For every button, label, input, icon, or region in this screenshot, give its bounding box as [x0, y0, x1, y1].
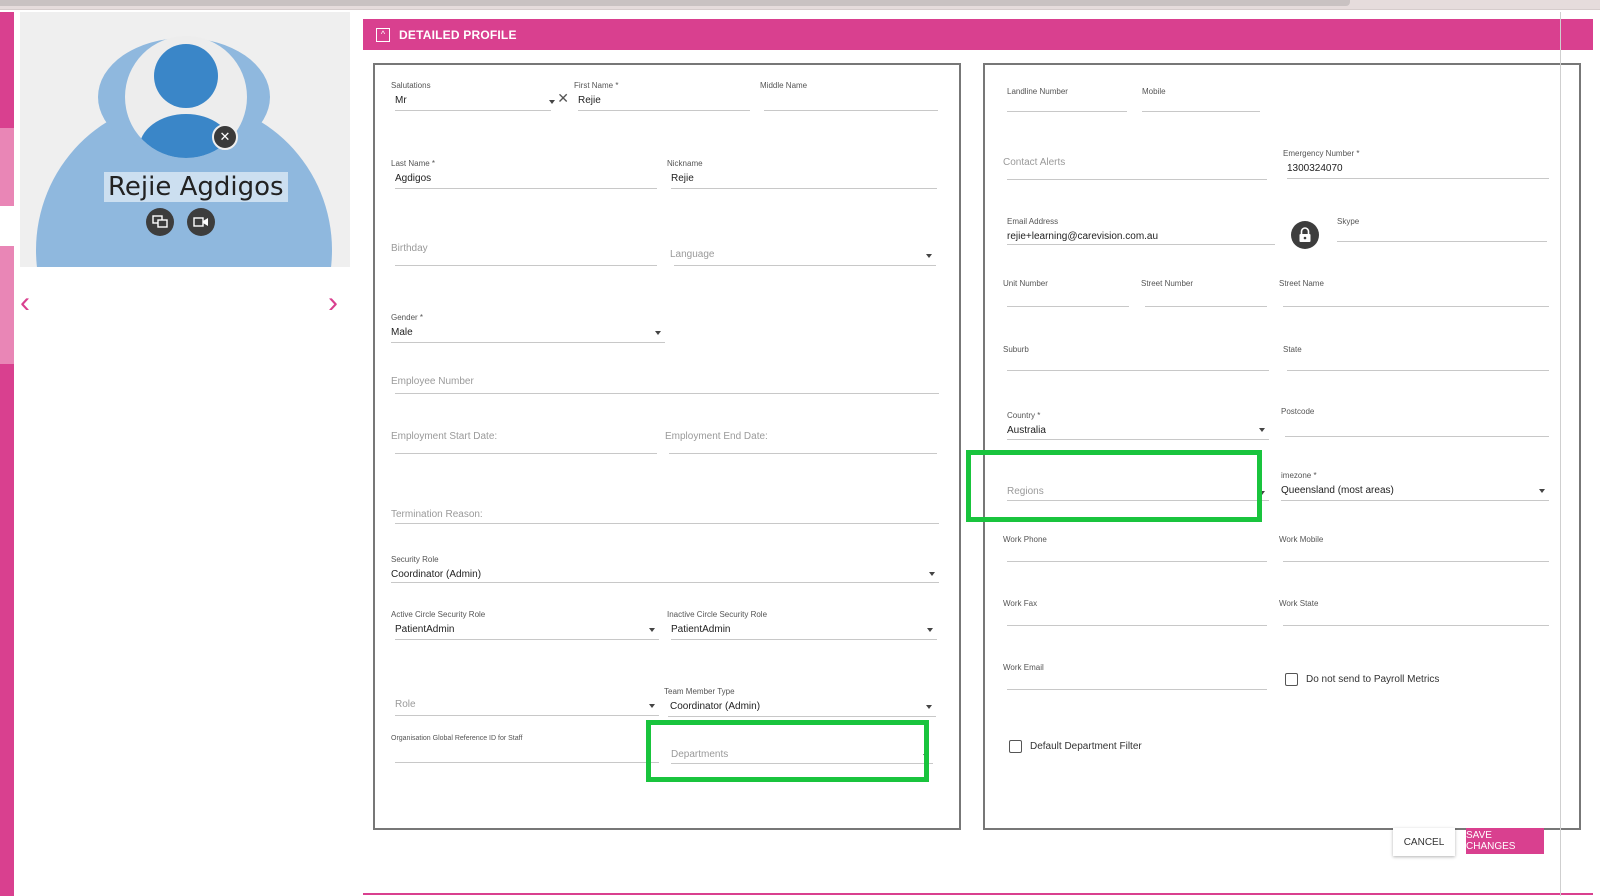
work-fax-field[interactable]: Work Fax — [1003, 599, 1267, 629]
dropdown-caret-icon — [1539, 489, 1545, 493]
collapse-icon[interactable]: ^ — [376, 27, 390, 42]
role-select[interactable]: Role — [391, 697, 659, 723]
avatar-head-icon — [154, 44, 218, 108]
personal-details-box: Salutations Mr ✕ First Name * Rejie Midd… — [373, 63, 961, 830]
nickname-field[interactable]: Nickname Rejie — [667, 159, 937, 193]
work-phone-field[interactable]: Work Phone — [1003, 535, 1267, 565]
panel-header[interactable]: ^ DETAILED PROFILE — [363, 19, 1593, 50]
checkbox-icon[interactable] — [1009, 740, 1022, 753]
work-state-field[interactable]: Work State — [1279, 599, 1549, 629]
profile-card: ✕ Rejie Agdigos — [20, 12, 350, 267]
inactive-circle-security-role-select[interactable]: Inactive Circle Security Role PatientAdm… — [667, 610, 937, 644]
employment-start-date-field[interactable]: Employment Start Date: — [391, 429, 657, 459]
left-nav-segment-active[interactable] — [0, 206, 14, 246]
work-email-field[interactable]: Work Email — [1003, 663, 1267, 693]
contact-alerts-field[interactable]: Contact Alerts — [1003, 155, 1267, 185]
security-role-select[interactable]: Security Role Coordinator (Admin) — [391, 555, 939, 589]
gender-select[interactable]: Gender * Male — [391, 313, 665, 347]
org-global-reference-field[interactable]: Organisation Global Reference ID for Sta… — [391, 735, 659, 765]
checkbox-icon[interactable] — [1285, 673, 1298, 686]
left-nav-segment[interactable] — [0, 246, 14, 364]
dropdown-caret-icon — [649, 628, 655, 632]
first-name-field[interactable]: First Name * Rejie — [574, 81, 750, 115]
browser-top-bar — [0, 0, 1600, 10]
last-name-field[interactable]: Last Name * Agdigos — [391, 159, 657, 193]
language-select[interactable]: Language — [670, 247, 936, 277]
street-name-field[interactable]: Street Name — [1279, 279, 1549, 309]
cancel-button[interactable]: CANCEL — [1393, 828, 1455, 856]
skype-field[interactable]: Skype — [1337, 217, 1547, 247]
team-member-type-select[interactable]: Team Member Type Coordinator (Admin) — [664, 687, 936, 721]
timezone-select[interactable]: imezone * Queensland (most areas) — [1281, 471, 1549, 505]
dropdown-caret-icon — [649, 704, 655, 708]
previous-arrow-icon[interactable]: ‹ — [20, 288, 30, 318]
panel-bottom-border — [363, 893, 1593, 895]
postcode-field[interactable]: Postcode — [1281, 407, 1549, 441]
street-number-field[interactable]: Street Number — [1141, 279, 1267, 309]
clear-icon[interactable]: ✕ — [557, 90, 569, 107]
birthday-field[interactable]: Birthday — [391, 241, 657, 271]
employment-end-date-field[interactable]: Employment End Date: — [665, 429, 937, 459]
dropdown-caret-icon — [926, 254, 932, 258]
landline-number-field[interactable]: Landline Number — [1007, 87, 1127, 117]
suburb-field[interactable]: Suburb — [1003, 345, 1269, 375]
left-nav-strip — [0, 12, 14, 896]
panel-title: DETAILED PROFILE — [399, 27, 517, 42]
save-changes-button[interactable]: SAVE CHANGES — [1466, 828, 1544, 854]
work-mobile-field[interactable]: Work Mobile — [1279, 535, 1549, 565]
mobile-field[interactable]: Mobile — [1142, 87, 1260, 117]
contact-details-box: Landline Number Mobile Contact Alerts Em… — [983, 63, 1581, 830]
termination-reason-field[interactable]: Termination Reason: — [391, 507, 939, 537]
active-circle-security-role-select[interactable]: Active Circle Security Role PatientAdmin — [391, 610, 659, 644]
dropdown-caret-icon — [926, 705, 932, 709]
next-arrow-icon[interactable]: › — [328, 288, 338, 318]
departments-highlight — [646, 720, 929, 782]
employee-number-field[interactable]: Employee Number — [391, 373, 939, 403]
horizontal-scrollbar[interactable] — [0, 0, 1350, 6]
emergency-number-field[interactable]: Emergency Number * 1300324070 — [1283, 149, 1549, 183]
email-address-field[interactable]: Email Address rejie+learning@carevision.… — [1007, 217, 1275, 251]
chat-icon[interactable] — [146, 208, 174, 236]
person-name: Rejie Agdigos — [104, 172, 288, 202]
middle-name-field[interactable]: Middle Name — [760, 81, 938, 115]
payroll-metrics-checkbox[interactable]: Do not send to Payroll Metrics — [1285, 673, 1439, 686]
state-field[interactable]: State — [1283, 345, 1549, 375]
dropdown-caret-icon — [655, 331, 661, 335]
lock-icon[interactable] — [1291, 221, 1319, 249]
unit-number-field[interactable]: Unit Number — [1003, 279, 1129, 309]
dropdown-caret-icon — [927, 628, 933, 632]
dropdown-caret-icon — [929, 572, 935, 576]
remove-photo-icon[interactable]: ✕ — [212, 124, 238, 150]
vertical-scrollbar[interactable] — [1560, 12, 1561, 896]
video-call-icon[interactable] — [187, 208, 215, 236]
regions-highlight — [966, 450, 1262, 522]
country-select[interactable]: Country * Australia — [1007, 411, 1269, 445]
left-nav-segment[interactable] — [0, 128, 14, 206]
salutation-select[interactable]: Salutations Mr ✕ — [391, 81, 569, 115]
default-department-filter-checkbox[interactable]: Default Department Filter — [1009, 740, 1142, 753]
dropdown-caret-icon — [1259, 428, 1265, 432]
dropdown-caret-icon — [549, 100, 555, 104]
